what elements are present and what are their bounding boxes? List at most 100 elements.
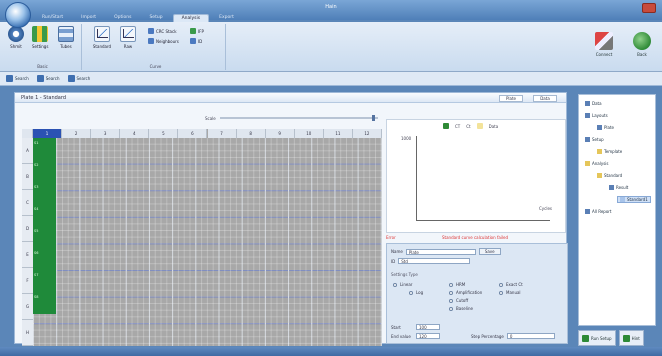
tree-item-data[interactable]: Data	[585, 101, 602, 106]
column-header[interactable]: 8	[236, 129, 266, 138]
tree-item-standard1[interactable]: Standard1	[617, 196, 651, 203]
option-log-label: Log	[416, 290, 424, 295]
ribbon: Shmit Settings Tubes Basic Standard Raw …	[0, 22, 662, 72]
tab-export[interactable]: Export	[211, 14, 242, 22]
zoom-slider-thumb[interactable]	[372, 115, 375, 121]
column-header[interactable]: 1	[33, 129, 63, 138]
toolbar-search-1[interactable]: Search	[6, 75, 29, 82]
id-input[interactable]: Std	[398, 258, 471, 264]
close-window-button[interactable]	[642, 3, 656, 13]
crc-stack-button[interactable]: CRC Stack	[148, 28, 177, 34]
hint-button[interactable]: Hint	[618, 330, 644, 346]
row-header[interactable]: D	[22, 216, 33, 242]
column-header[interactable]: 6	[178, 129, 208, 138]
plate-window-title: Plate 1 - Standard	[21, 95, 67, 101]
settings-button[interactable]: Settings	[32, 26, 48, 49]
name-input[interactable]: Plate	[405, 248, 476, 255]
tree-item-standard-label: Standard	[604, 173, 623, 178]
radio-icon	[449, 282, 453, 287]
tree-item-plate[interactable]: Plate	[597, 125, 614, 130]
option-hrm[interactable]: HRM	[449, 282, 465, 287]
column-header[interactable]: 3	[91, 129, 121, 138]
tab-analysis[interactable]: Analysis	[172, 14, 210, 22]
toolbar-search-2-label: Search	[45, 76, 60, 81]
radio-icon	[499, 282, 503, 287]
shmit-button[interactable]: Shmit	[8, 26, 24, 49]
option-baseline[interactable]: Baseline	[449, 306, 473, 311]
standard-button[interactable]: Standard	[92, 26, 112, 49]
toolbar-search-2[interactable]: Search	[36, 75, 60, 82]
neighbours-button[interactable]: Neighbours	[148, 38, 179, 44]
id-button[interactable]: ID	[190, 38, 202, 44]
chart-legend: CT Ct Data	[443, 123, 498, 129]
option-log[interactable]: Log	[409, 290, 423, 295]
column-header[interactable]: 2	[62, 129, 92, 138]
plate-grid[interactable]: 1 2 3 4 5 6 7 8 9 10 11 12 ABCDEFGH S1 S2 S3 S4 S5 S6 S7 S…	[22, 129, 382, 346]
standard-curve-icon	[94, 26, 110, 42]
radio-icon	[449, 290, 453, 295]
row-header[interactable]: E	[22, 242, 33, 268]
chart-error-message: Standard curve calculation failed	[442, 235, 509, 240]
start-input[interactable]: 100	[416, 324, 440, 330]
tree-item-standard1-label: Standard1	[627, 197, 648, 202]
column-header[interactable]: 4	[120, 129, 150, 138]
save-button[interactable]: Save	[478, 248, 501, 255]
option-linear[interactable]: Linear	[393, 282, 412, 287]
tab-options[interactable]: Options	[106, 14, 139, 22]
column-header[interactable]: 5	[149, 129, 179, 138]
column-header[interactable]: 11	[323, 129, 353, 138]
option-manual[interactable]: Manual	[499, 290, 521, 295]
option-manual-label: Manual	[506, 290, 521, 295]
raw-button[interactable]: Raw	[118, 26, 138, 49]
name-label: Name	[391, 249, 403, 254]
tab-import[interactable]: Import	[73, 14, 104, 22]
radio-icon	[409, 290, 413, 295]
tree-item-all-report[interactable]: All Report	[585, 209, 612, 214]
row-header[interactable]: H	[22, 320, 33, 346]
plate-view-button[interactable]: Plate	[499, 95, 523, 102]
column-header[interactable]: 7	[207, 129, 237, 138]
bottom-button-bar: Run Setup Hint	[578, 328, 658, 348]
row-header[interactable]: B	[22, 164, 33, 190]
back-button[interactable]: Back	[628, 30, 656, 64]
application-menu-orb[interactable]	[5, 2, 31, 28]
plate-icon	[32, 26, 48, 42]
column-header[interactable]: 12	[352, 129, 382, 138]
corner-cell	[22, 129, 33, 138]
run-setup-button[interactable]: Run Setup	[578, 330, 616, 346]
data-view-button[interactable]: Data	[533, 95, 557, 102]
tab-run-start[interactable]: Run/Start	[34, 14, 71, 22]
option-linear-label: Linear	[400, 282, 413, 287]
chart-y-tick: 1000	[401, 136, 412, 141]
end-input[interactable]: 120	[416, 333, 440, 339]
tree-item-template[interactable]: Template	[597, 149, 622, 154]
column-header[interactable]: 9	[265, 129, 295, 138]
row-header[interactable]: F	[22, 268, 33, 294]
start-label: Start	[391, 324, 401, 330]
tree-item-analysis[interactable]: Analysis	[585, 161, 608, 166]
tree-item-result[interactable]: Result	[609, 185, 628, 190]
tree-item-setup[interactable]: Setup	[585, 137, 604, 142]
step-input[interactable]: 0	[506, 333, 555, 339]
option-cutoff[interactable]: Cutoff	[449, 298, 468, 303]
well-label: S6	[34, 251, 39, 255]
tab-setup[interactable]: Setup	[141, 14, 170, 22]
option-exact-ct[interactable]: Exact Ct	[499, 282, 523, 287]
row-header[interactable]: A	[22, 138, 33, 164]
option-amplification[interactable]: Amplification	[449, 290, 482, 295]
row-header[interactable]: C	[22, 190, 33, 216]
column-header[interactable]: 10	[294, 129, 324, 138]
tubes-button[interactable]: Tubes	[58, 26, 74, 49]
tree-item-layouts[interactable]: Layouts	[585, 113, 608, 118]
tubes-label: Tubes	[60, 44, 72, 49]
tree-item-standard[interactable]: Standard	[597, 173, 622, 178]
connect-button[interactable]: Connect	[590, 30, 618, 64]
group-label-curve: Curve	[149, 64, 162, 69]
row-header[interactable]: G	[22, 294, 33, 320]
neighbours-icon	[148, 38, 154, 44]
well-label: S1	[34, 141, 39, 145]
zoom-slider[interactable]	[219, 115, 378, 121]
toolbar-search-3[interactable]: Search	[67, 75, 90, 82]
shmit-label: Shmit	[10, 44, 22, 49]
ifp-button[interactable]: IFP	[190, 28, 204, 34]
